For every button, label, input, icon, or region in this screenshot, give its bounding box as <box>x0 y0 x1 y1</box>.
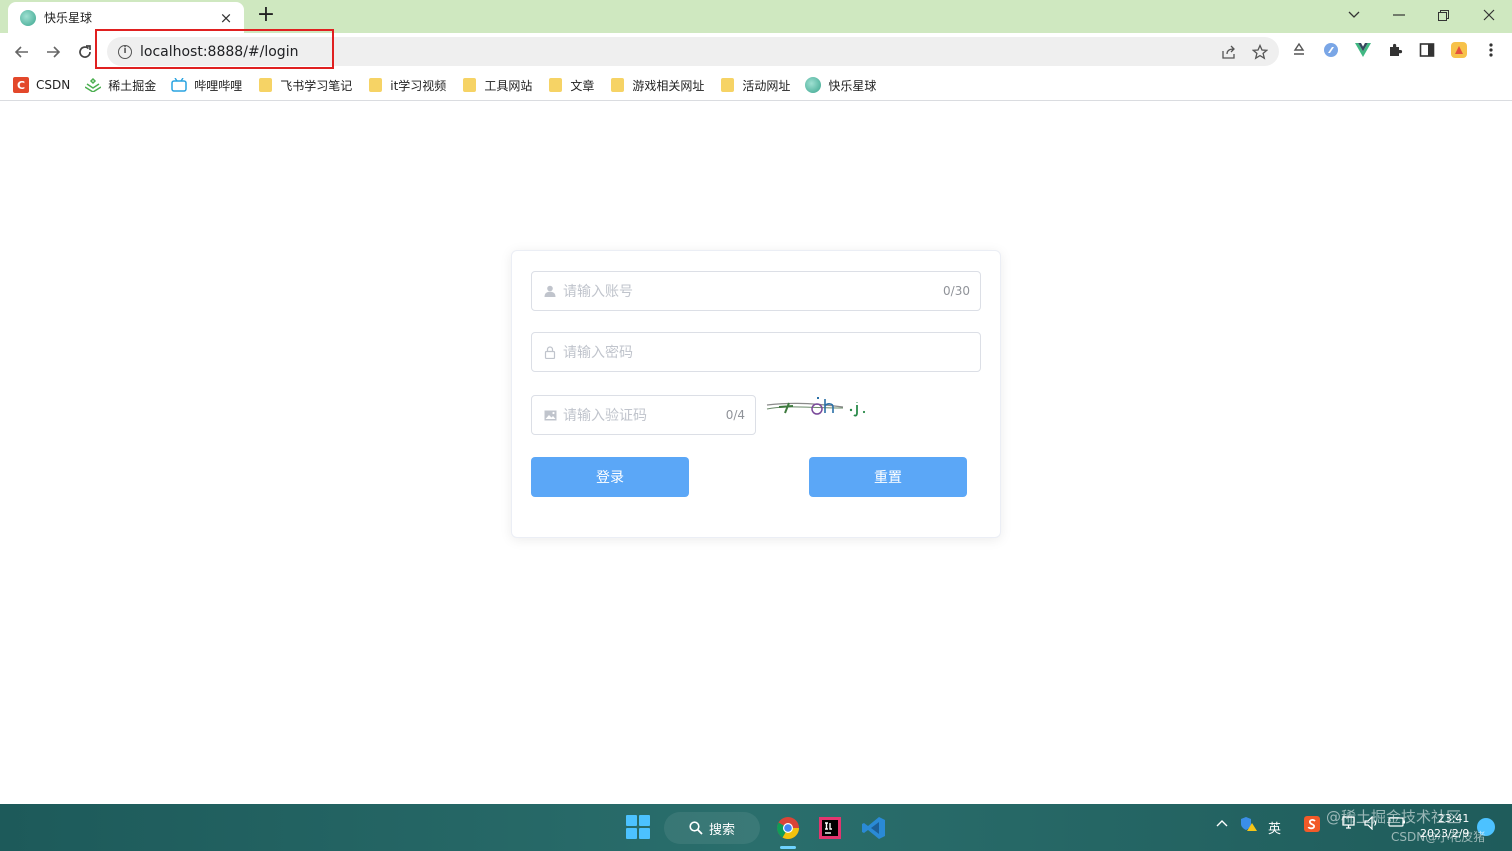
taskbar-search-button[interactable]: 搜索 <box>664 812 760 844</box>
bookmark-star-icon[interactable] <box>1249 41 1271 63</box>
bookmark-label: 稀土掘金 <box>108 78 157 93</box>
account-placeholder: 请输入账号 <box>563 284 633 300</box>
bookmark-label: 工具网站 <box>484 78 533 93</box>
close-tab-icon[interactable]: × <box>218 10 234 26</box>
bookmark-folder-events[interactable]: 活动网址 <box>719 77 790 94</box>
bookmark-csdn[interactable]: C CSDN <box>13 77 70 93</box>
bookmark-label: 文章 <box>570 78 595 93</box>
system-clock[interactable]: 23:41 2023/2/9 <box>1420 811 1469 841</box>
bookmark-label: 哔哩哔哩 <box>194 78 243 93</box>
bookmark-folder-tools[interactable]: 工具网站 <box>461 77 532 94</box>
account-input[interactable]: 请输入账号 0/30 <box>531 271 981 311</box>
bookmark-folder-articles[interactable]: 文章 <box>547 77 594 94</box>
bookmark-label: it学习视频 <box>390 78 447 93</box>
picture-icon <box>543 408 557 422</box>
clock-date: 2023/2/9 <box>1420 827 1470 840</box>
folder-icon <box>461 77 477 93</box>
login-button[interactable]: 登录 <box>531 457 689 497</box>
csdn-icon: C <box>13 77 29 93</box>
folder-icon <box>719 77 735 93</box>
close-window-button[interactable] <box>1467 0 1511 30</box>
sogou-ime-icon[interactable] <box>1304 816 1320 836</box>
captcha-char-count: 0/4 <box>725 408 745 422</box>
network-icon[interactable] <box>1342 816 1358 834</box>
account-char-count: 0/30 <box>943 284 970 298</box>
folder-icon <box>367 77 383 93</box>
active-app-indicator <box>780 846 796 849</box>
puzzle-extensions-icon[interactable] <box>1384 39 1406 61</box>
vue-devtools-icon[interactable] <box>1352 39 1374 61</box>
user-icon <box>543 284 557 298</box>
folder-icon <box>257 77 273 93</box>
back-arrow-icon[interactable] <box>9 39 35 65</box>
bookmark-juejin[interactable]: 稀土掘金 <box>85 77 156 94</box>
search-label: 搜索 <box>708 822 735 838</box>
planet-icon <box>805 77 822 93</box>
juejin-icon <box>85 77 102 93</box>
tab-title: 快乐星球 <box>44 11 93 25</box>
bookmark-label: 游戏相关网址 <box>632 78 705 93</box>
lock-icon <box>543 345 557 359</box>
vscode-taskbar-icon[interactable] <box>858 812 890 844</box>
captcha-image[interactable] <box>765 393 875 425</box>
password-input[interactable]: 请输入密码 <box>531 332 981 372</box>
clock-time: 23:41 <box>1437 812 1470 825</box>
bookmark-label: 快乐星球 <box>828 78 877 93</box>
bilibili-icon <box>171 77 187 93</box>
recycle-extension-icon[interactable] <box>1288 39 1310 61</box>
password-placeholder: 请输入密码 <box>563 345 633 361</box>
extensions-area <box>1288 39 1502 61</box>
bookmark-bilibili[interactable]: 哔哩哔哩 <box>171 77 242 94</box>
more-menu-icon[interactable] <box>1480 39 1502 61</box>
defender-warning-icon[interactable] <box>1240 816 1258 836</box>
windows-taskbar: 搜索 英 23:41 2023/2/9 @稀土掘金技术社区 CSDN@小花皮猪 <box>0 804 1512 851</box>
volume-icon[interactable] <box>1364 815 1380 834</box>
windows-start-icon[interactable] <box>626 815 650 839</box>
search-icon <box>689 821 703 835</box>
compass-extension-icon[interactable] <box>1320 39 1342 61</box>
url-highlight-annotation <box>95 29 334 69</box>
bookmark-label: 活动网址 <box>742 78 791 93</box>
bookmark-label: 飞书学习笔记 <box>280 78 353 93</box>
new-tab-button[interactable]: + <box>254 4 278 28</box>
planet-icon <box>20 9 36 26</box>
intellij-taskbar-icon[interactable] <box>814 812 846 844</box>
tab-search-icon[interactable] <box>1332 0 1376 30</box>
folder-icon <box>547 77 563 93</box>
bookmark-folder-games[interactable]: 游戏相关网址 <box>609 77 704 94</box>
side-panel-icon[interactable] <box>1416 39 1438 61</box>
minimize-button[interactable] <box>1377 0 1421 30</box>
bookmarks-bar: C CSDN 稀土掘金 哔哩哔哩 飞书学习笔记 it学习视频 工具网站 文章 游… <box>0 70 1512 101</box>
folder-icon <box>609 77 625 93</box>
captcha-placeholder: 请输入验证码 <box>563 408 647 424</box>
bookmark-happy-planet[interactable]: 快乐星球 <box>805 77 876 94</box>
chrome-taskbar-icon[interactable] <box>772 812 804 844</box>
captcha-input[interactable]: 请输入验证码 0/4 <box>531 395 756 435</box>
ime-indicator[interactable]: 英 <box>1268 818 1281 837</box>
page-content: 请输入账号 0/30 请输入密码 请输入验证码 0/4 登录 重置 <box>0 102 1512 804</box>
bookmark-label: CSDN <box>36 78 71 92</box>
bookmark-folder-feishu[interactable]: 飞书学习笔记 <box>257 77 352 94</box>
notification-badge-icon[interactable] <box>1477 818 1495 836</box>
reset-button[interactable]: 重置 <box>809 457 967 497</box>
login-card: 请输入账号 0/30 请输入密码 请输入验证码 0/4 登录 重置 <box>511 250 1001 538</box>
tray-chevron-icon[interactable] <box>1216 816 1228 831</box>
bookmark-folder-it-videos[interactable]: it学习视频 <box>367 77 446 94</box>
profile-avatar-icon[interactable] <box>1448 39 1470 61</box>
restore-button[interactable] <box>1421 0 1465 30</box>
forward-arrow-icon[interactable] <box>40 39 66 65</box>
battery-icon[interactable] <box>1388 816 1406 832</box>
share-icon[interactable] <box>1217 41 1239 63</box>
